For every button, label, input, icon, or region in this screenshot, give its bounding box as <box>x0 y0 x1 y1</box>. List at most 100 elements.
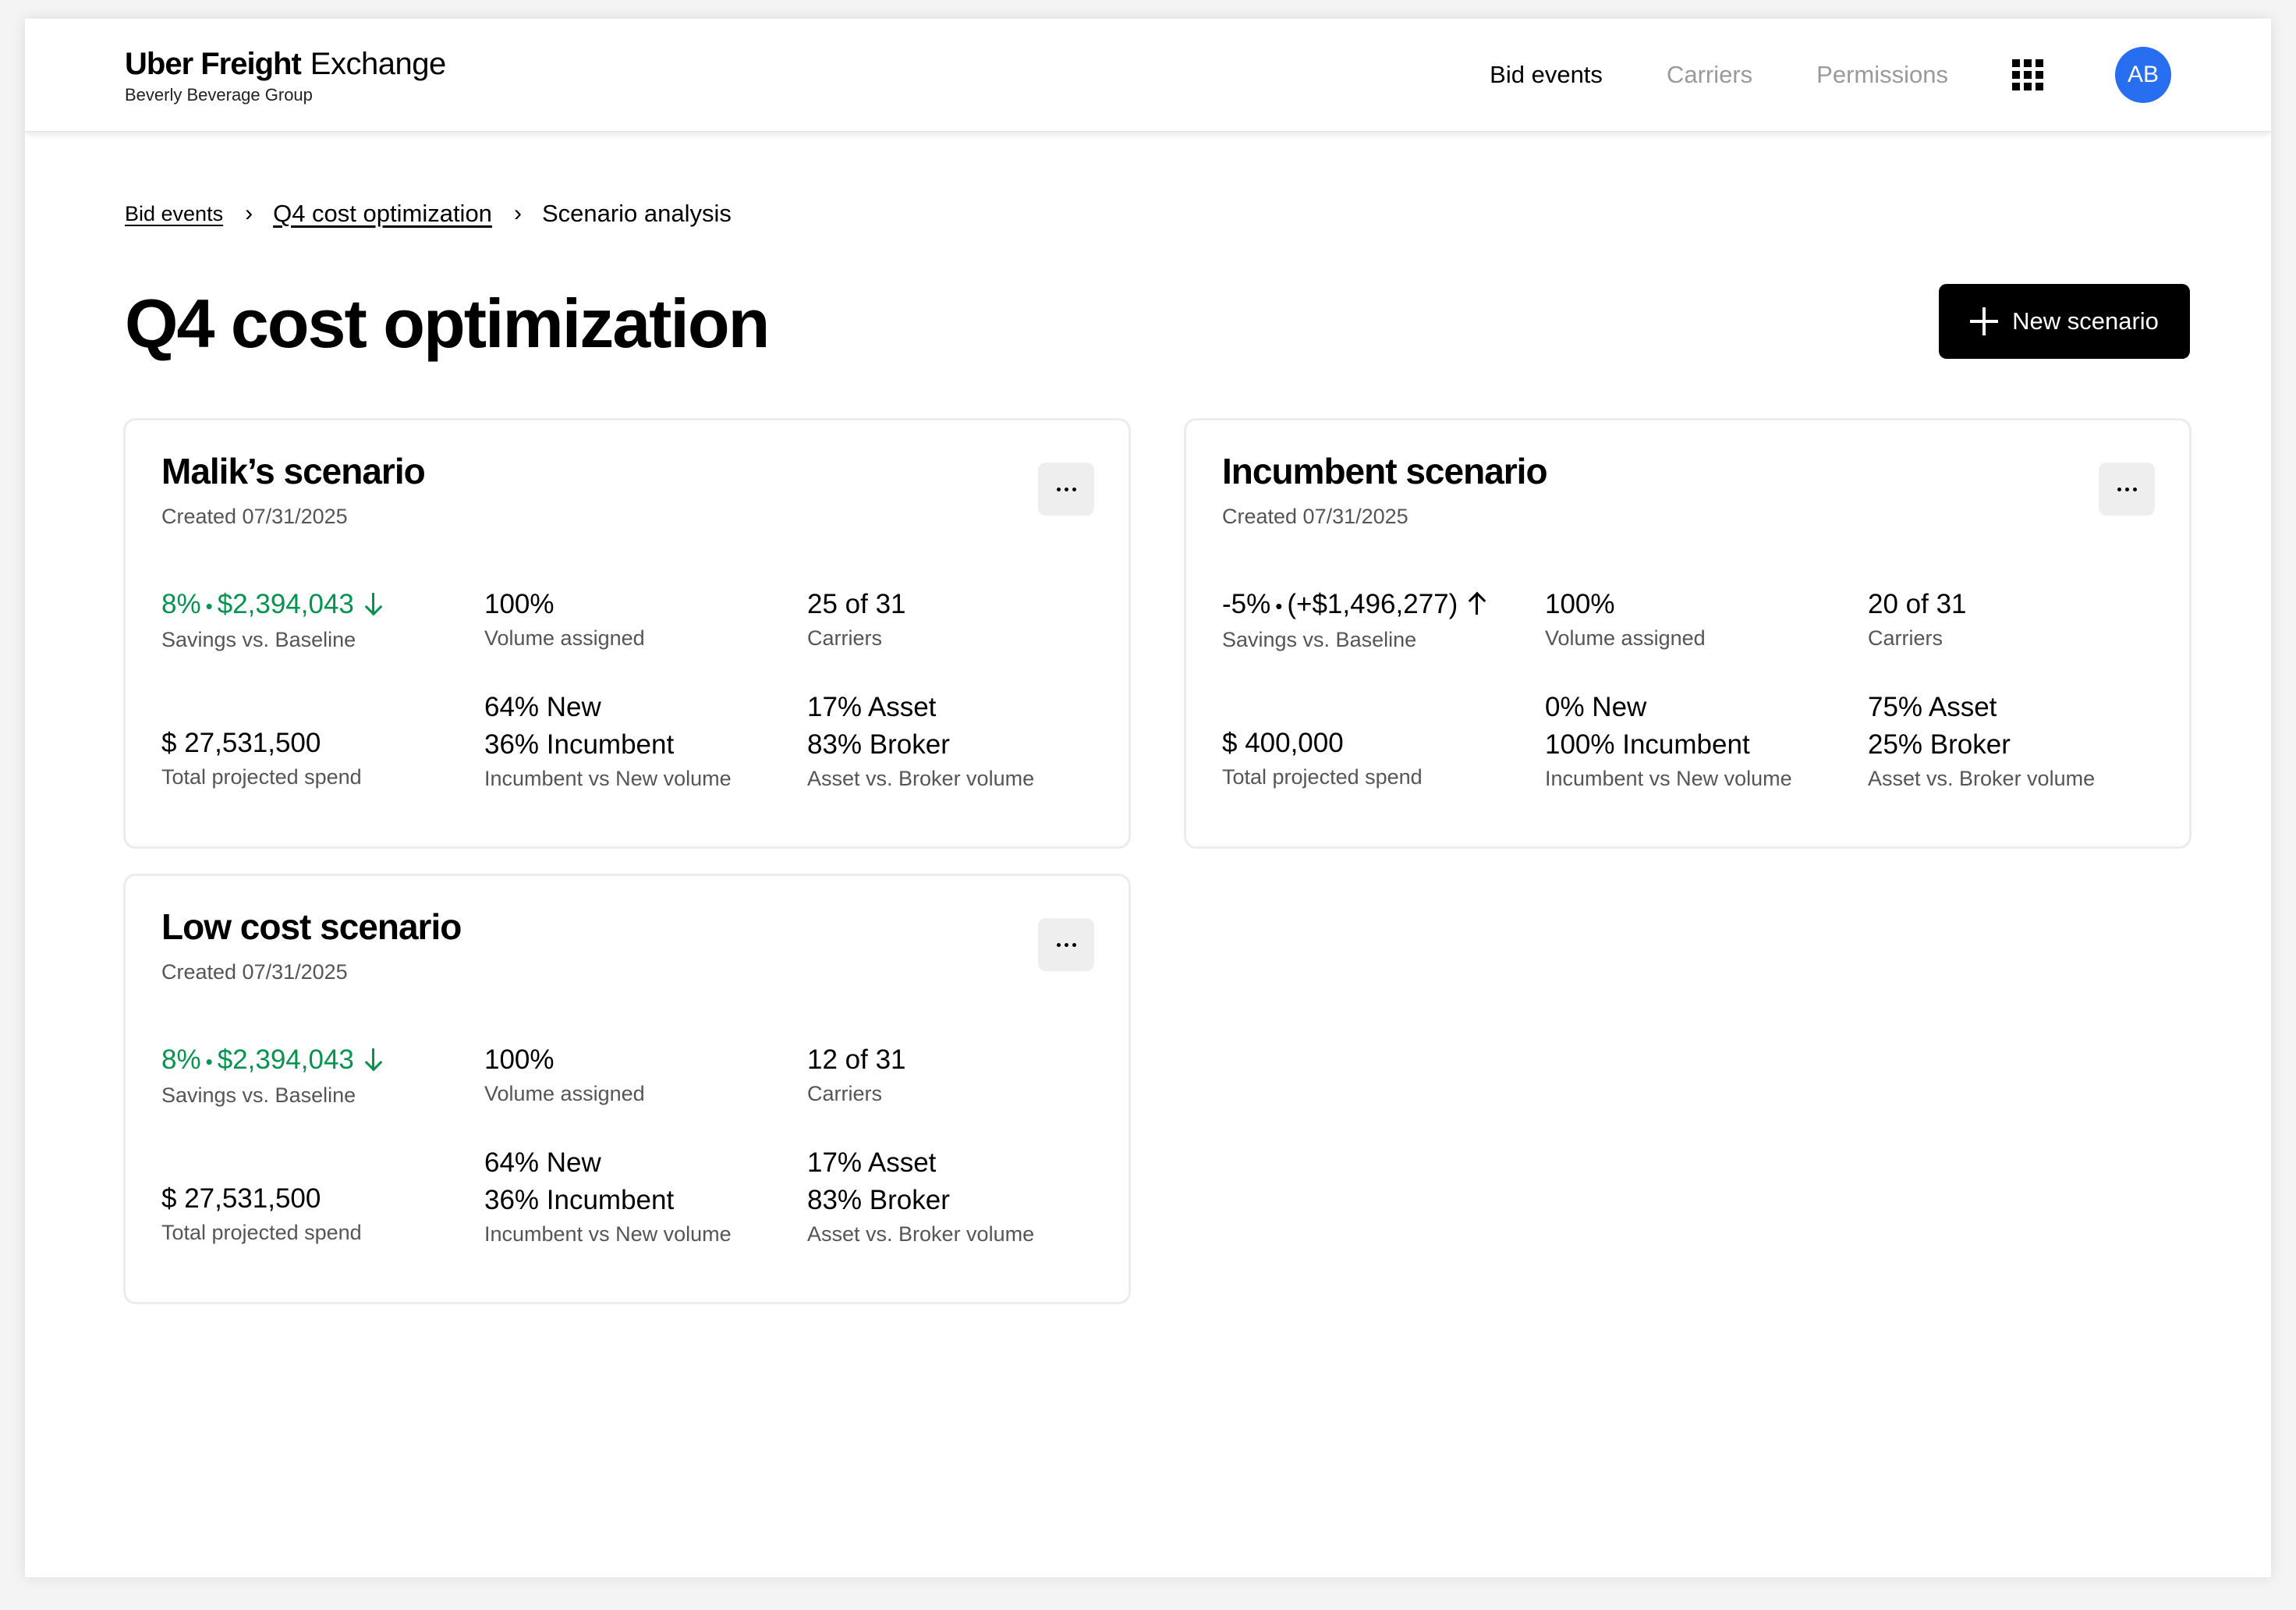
spend-label: Total projected spend <box>1222 765 1423 789</box>
top-navigation-bar: Uber Freight Exchange Beverly Beverage G… <box>25 19 2271 132</box>
savings-metric: -5% • (+$1,496,277) Savings vs. Baseline <box>1222 586 1486 652</box>
more-horizontal-icon[interactable] <box>1038 463 1094 516</box>
breadcrumb-q4-cost-optimization[interactable]: Q4 cost optimization <box>273 200 492 228</box>
volume-value: 100% <box>484 589 555 619</box>
savings-metric: 8% • $2,394,043 Savings vs. Baseline <box>161 1041 382 1108</box>
incumbent-metric: 64% New 36% Incumbent Incumbent vs New v… <box>484 689 732 791</box>
scenario-name: Low cost scenario <box>161 906 462 947</box>
breadcrumb-current: Scenario analysis <box>541 200 732 227</box>
savings-amount: $2,394,043 <box>217 589 354 619</box>
breadcrumb-bid-events[interactable]: Bid events <box>125 202 223 226</box>
carriers-metric: 20 of 31 Carriers <box>1868 586 1967 651</box>
carriers-label: Carriers <box>1868 626 1943 650</box>
app-window: Uber Freight Exchange Beverly Beverage G… <box>25 19 2271 1577</box>
nav-bid-events[interactable]: Bid events <box>1490 61 1603 89</box>
arrow-down-icon <box>365 1047 382 1072</box>
incumbent-percent: 36% Incumbent <box>484 729 675 760</box>
scenario-card[interactable]: Incumbent scenario Created 07/31/2025 -5… <box>1184 418 2191 849</box>
new-scenario-label: New scenario <box>2012 307 2159 335</box>
breadcrumb: Bid events › Q4 cost optimization › Scen… <box>125 200 732 228</box>
carriers-metric: 12 of 31 Carriers <box>807 1041 906 1106</box>
savings-label: Savings vs. Baseline <box>161 628 356 651</box>
spend-metric: $ 27,531,500 Total projected spend <box>161 1180 362 1245</box>
created-date: Created 07/31/2025 <box>1222 505 1408 528</box>
volume-label: Volume assigned <box>484 626 645 650</box>
incumbent-label: Incumbent vs New volume <box>484 767 732 790</box>
grid-icon[interactable] <box>2012 59 2043 90</box>
chevron-right-icon: › <box>513 200 522 226</box>
scenario-name: Incumbent scenario <box>1222 451 1548 491</box>
created-date: Created 07/31/2025 <box>161 960 348 984</box>
spend-label: Total projected spend <box>161 765 362 789</box>
volume-value: 100% <box>1545 589 1615 619</box>
new-percent: 64% New <box>484 1147 601 1178</box>
chevron-right-icon: › <box>245 200 253 226</box>
more-horizontal-icon[interactable] <box>1038 918 1094 971</box>
spend-value: $ 27,531,500 <box>161 1183 321 1214</box>
plus-icon <box>1970 307 1999 335</box>
asset-metric: 17% Asset 83% Broker Asset vs. Broker vo… <box>807 689 1034 791</box>
created-date: Created 07/31/2025 <box>161 505 348 528</box>
scenario-name: Malik’s scenario <box>161 451 426 491</box>
arrow-down-icon <box>365 591 382 616</box>
carriers-value: 12 of 31 <box>807 1044 906 1075</box>
volume-metric: 100% Volume assigned <box>1545 586 1706 651</box>
savings-label: Savings vs. Baseline <box>161 1083 356 1107</box>
savings-metric: 8% • $2,394,043 Savings vs. Baseline <box>161 586 382 652</box>
page-title: Q4 cost optimization <box>125 285 770 362</box>
volume-value: 100% <box>484 1044 555 1075</box>
asset-metric: 75% Asset 25% Broker Asset vs. Broker vo… <box>1868 689 2095 791</box>
incumbent-metric: 64% New 36% Incumbent Incumbent vs New v… <box>484 1144 732 1247</box>
savings-percent: 8% <box>161 589 201 619</box>
spend-metric: $ 27,531,500 Total projected spend <box>161 725 362 789</box>
spend-value: $ 400,000 <box>1222 728 1344 758</box>
savings-percent: -5% <box>1222 589 1271 619</box>
carriers-label: Carriers <box>807 626 883 650</box>
carriers-label: Carriers <box>807 1082 883 1105</box>
asset-label: Asset vs. Broker volume <box>1868 767 2096 790</box>
volume-label: Volume assigned <box>1545 626 1706 650</box>
carriers-metric: 25 of 31 Carriers <box>807 586 906 651</box>
asset-percent: 75% Asset <box>1868 692 1997 722</box>
savings-amount: $2,394,043 <box>217 1044 354 1075</box>
carriers-value: 20 of 31 <box>1868 589 1967 619</box>
incumbent-percent: 100% Incumbent <box>1545 729 1750 760</box>
spend-label: Total projected spend <box>161 1221 362 1244</box>
incumbent-percent: 36% Incumbent <box>484 1185 675 1215</box>
savings-amount: (+$1,496,277) <box>1287 589 1458 619</box>
volume-metric: 100% Volume assigned <box>484 1041 645 1106</box>
asset-label: Asset vs. Broker volume <box>807 1222 1035 1246</box>
broker-percent: 83% Broker <box>807 1185 950 1215</box>
spend-metric: $ 400,000 Total projected spend <box>1222 725 1423 789</box>
volume-label: Volume assigned <box>484 1082 645 1105</box>
asset-metric: 17% Asset 83% Broker Asset vs. Broker vo… <box>807 1144 1034 1247</box>
broker-percent: 83% Broker <box>807 729 950 760</box>
asset-label: Asset vs. Broker volume <box>807 767 1035 790</box>
new-percent: 64% New <box>484 692 601 722</box>
carriers-value: 25 of 31 <box>807 589 906 619</box>
volume-metric: 100% Volume assigned <box>484 586 645 651</box>
brand-name: Uber Freight <box>125 47 302 81</box>
incumbent-label: Incumbent vs New volume <box>484 1222 732 1246</box>
savings-label: Savings vs. Baseline <box>1222 628 1417 651</box>
brand-logo[interactable]: Uber Freight Exchange Beverly Beverage G… <box>125 47 446 105</box>
arrow-up-icon <box>1469 591 1486 616</box>
nav-carriers[interactable]: Carriers <box>1667 61 1752 89</box>
brand-product: Exchange <box>310 47 446 81</box>
incumbent-metric: 0% New 100% Incumbent Incumbent vs New v… <box>1545 689 1792 791</box>
more-horizontal-icon[interactable] <box>2099 463 2155 516</box>
broker-percent: 25% Broker <box>1868 729 2011 760</box>
avatar[interactable]: AB <box>2115 47 2171 103</box>
new-percent: 0% New <box>1545 692 1647 722</box>
scenario-card[interactable]: Low cost scenario Created 07/31/2025 8% •… <box>123 874 1131 1304</box>
incumbent-label: Incumbent vs New volume <box>1545 767 1792 790</box>
scenario-card[interactable]: Malik’s scenario Created 07/31/2025 8% • $… <box>123 418 1131 849</box>
nav-permissions[interactable]: Permissions <box>1816 61 1948 89</box>
savings-percent: 8% <box>161 1044 201 1075</box>
new-scenario-button[interactable]: New scenario <box>1939 284 2190 359</box>
asset-percent: 17% Asset <box>807 692 937 722</box>
organization-name: Beverly Beverage Group <box>125 85 313 105</box>
main-nav: Bid events Carriers Permissions AB <box>1490 19 2171 131</box>
asset-percent: 17% Asset <box>807 1147 937 1178</box>
spend-value: $ 27,531,500 <box>161 728 321 758</box>
